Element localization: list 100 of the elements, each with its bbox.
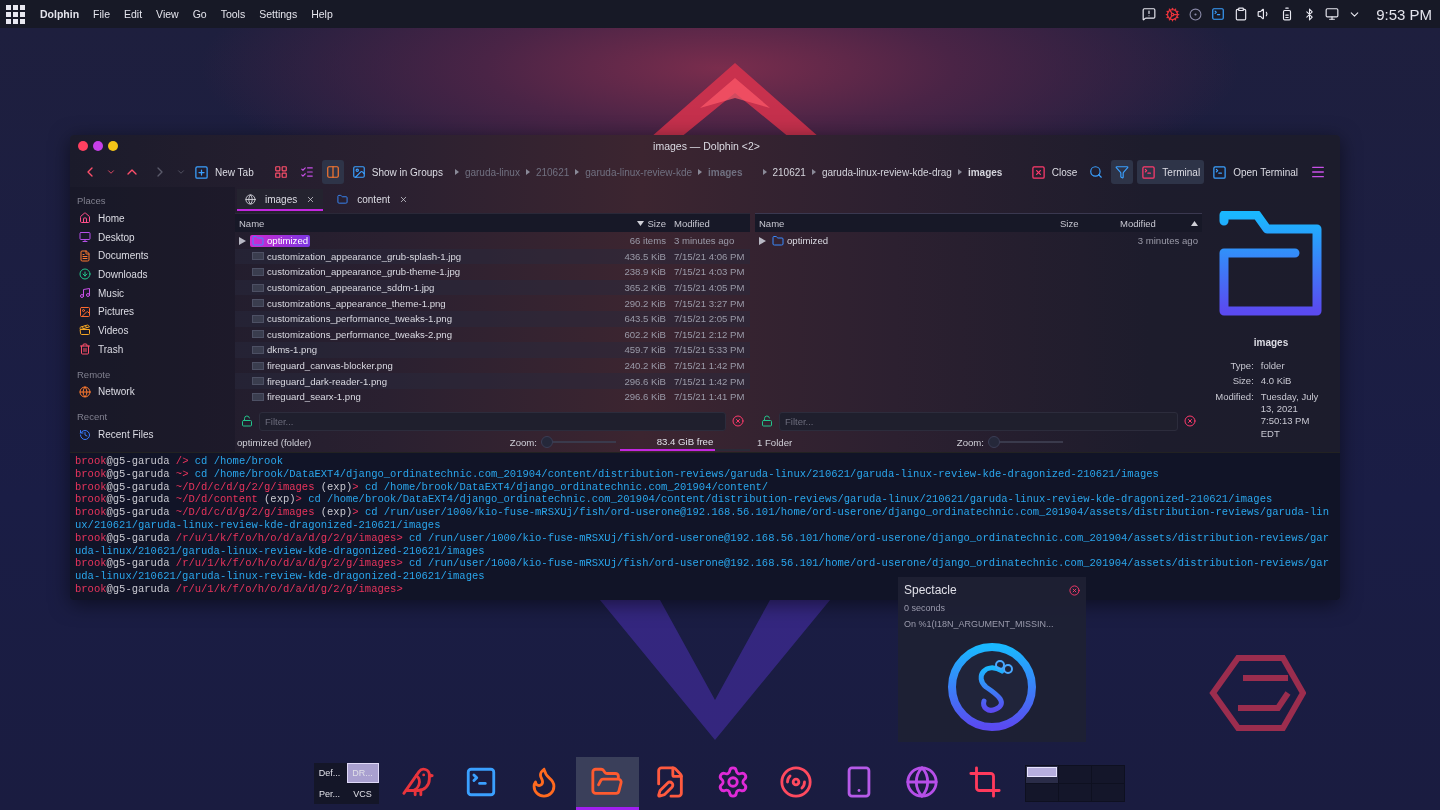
- terminal-line: brook@g5-garuda ~> cd /home/brook/DataEXT4/django_ordinatechnic.com_201904/content/distribution-reviews/garuda-linux/210621/garuda-linux-review-kde-dragonized-210621/images: [75, 467, 1159, 481]
- breadcrumb[interactable]: 210621: [772, 166, 806, 178]
- file-row[interactable]: customization_appearance_grub-theme-1.jpg 238.9 KiB 7/15/21 4:03 PM: [235, 264, 750, 280]
- close-icon[interactable]: [1069, 584, 1080, 596]
- file-row[interactable]: customizations_performance_tweaks-2.png 602.2 KiB 7/15/21 2:12 PM: [235, 326, 750, 343]
- sidebar-item[interactable]: Documents: [76, 246, 229, 266]
- menu-item[interactable]: Go: [192, 8, 207, 20]
- expand-icon[interactable]: [239, 236, 246, 245]
- file-row[interactable]: customization_appearance_sddm-1.jpg 365.2 KiB 7/15/21 4:05 PM: [235, 279, 750, 296]
- file-name: optimized: [787, 235, 829, 247]
- filter-field[interactable]: Filter...: [779, 411, 1178, 431]
- breadcrumb[interactable]: images: [967, 166, 1003, 178]
- file-row[interactable]: optimized 66 items 3 minutes ago: [235, 233, 750, 249]
- picture-icon: [79, 305, 91, 318]
- file-row[interactable]: dkms-1.png 459.7 KiB 7/15/21 5:33 PM: [235, 342, 750, 358]
- menu-icon: [1310, 164, 1326, 180]
- monitor-icon[interactable]: [1325, 7, 1340, 21]
- file-row[interactable]: fireguard_searx-1.png 296.6 KiB 7/15/21 1:41 PM: [235, 388, 750, 405]
- tab-label: content: [357, 193, 391, 205]
- terminal-button[interactable]: Terminal: [1137, 160, 1205, 184]
- terminal-line: brook@g5-garuda /r/u/1/k/f/o/h/o/d/a/d/g/2/g/images> cd /run/user/1000/kio-fuse-mRSXUj/fish/ord-userone@192.168.56.101/home/ord-userone/django_ordinatechnic.com_201904/assets/distribution-reviews/garuda-linux/210621/garuda-linux-review-kde-dragonized-210621/images: [75, 557, 1330, 583]
- clock-icon: [79, 428, 91, 441]
- column-label[interactable]: Name: [239, 217, 265, 229]
- show-in-groups-button[interactable]: Show in Groups: [347, 160, 447, 184]
- menu-item[interactable]: File: [93, 8, 110, 20]
- clipboard-icon[interactable]: [1234, 7, 1249, 21]
- terminal-icon[interactable]: [1211, 7, 1226, 21]
- app-grid-icon[interactable]: [4, 3, 26, 25]
- tab[interactable]: content: [329, 189, 417, 211]
- sidebar-item[interactable]: Trash: [76, 339, 229, 359]
- column-label[interactable]: Size: [1060, 217, 1079, 229]
- sidebar-item[interactable]: Pictures: [76, 302, 229, 322]
- menu-item[interactable]: Help: [311, 8, 333, 20]
- sidebar-item[interactable]: Videos: [76, 321, 229, 340]
- circle-icon[interactable]: [1189, 7, 1203, 21]
- close-icon[interactable]: [399, 194, 409, 204]
- menu-item[interactable]: Tools: [220, 8, 246, 20]
- columns-icon: [325, 165, 340, 179]
- clear-icon[interactable]: [1184, 415, 1196, 427]
- column-label[interactable]: Name: [759, 217, 785, 229]
- file-row[interactable]: customizations_appearance_theme-1.png 290.2 KiB 7/15/21 3:27 PM: [235, 295, 750, 311]
- menu-item[interactable]: Edit: [124, 8, 143, 20]
- lock-icon[interactable]: [761, 415, 773, 427]
- tab[interactable]: images: [237, 189, 324, 211]
- close-window-button[interactable]: [78, 141, 88, 151]
- sidebar-item[interactable]: Recent Files: [76, 425, 229, 444]
- expand-icon[interactable]: [759, 236, 766, 245]
- file-row[interactable]: optimized 3 minutes ago: [755, 233, 1202, 249]
- separator-icon: [575, 169, 580, 175]
- file-row[interactable]: fireguard_canvas-blocker.png 240.2 KiB 7/15/21 1:42 PM: [235, 357, 750, 374]
- file-modified: 7/15/21 2:05 PM: [674, 313, 745, 325]
- property-value: folder: [1260, 360, 1286, 373]
- thumbnail: [252, 314, 264, 323]
- breadcrumb[interactable]: garuda-linux-review-kde-drag: [821, 166, 952, 178]
- notification-text: On %1(I18N_ARGUMENT_MISSIN...: [904, 619, 1055, 629]
- file-row[interactable]: customization_appearance_grub-splash-1.jpg 436.5 KiB 7/15/21 4:06 PM: [235, 248, 750, 265]
- filter-button[interactable]: [1111, 160, 1134, 184]
- sidebar-item[interactable]: Network: [76, 382, 229, 402]
- thumbnail: [252, 283, 264, 292]
- column-label[interactable]: Modified: [674, 217, 710, 229]
- file-name: customizations_performance_tweaks-1.png: [267, 313, 453, 325]
- minimize-window-button[interactable]: [108, 141, 118, 151]
- status-text: 1 Folder: [757, 436, 793, 448]
- desktop-item[interactable]: [1025, 766, 1058, 783]
- notification-icon[interactable]: [1142, 7, 1157, 21]
- menu-item[interactable]: Settings: [259, 8, 298, 20]
- column-label[interactable]: Size: [647, 217, 666, 229]
- column-label[interactable]: Modified: [1120, 217, 1156, 229]
- sidebar-item[interactable]: Downloads: [76, 265, 229, 284]
- folder-icon: [1219, 211, 1323, 317]
- sort-up-icon[interactable]: [1191, 220, 1198, 226]
- menu-item[interactable]: View: [156, 8, 179, 20]
- sort-down-icon[interactable]: [636, 220, 644, 226]
- filter-field[interactable]: Filter...: [259, 411, 726, 431]
- list-icon: [299, 165, 314, 179]
- close-icon[interactable]: [306, 194, 316, 204]
- close-button[interactable]: Close: [1026, 160, 1082, 184]
- file-name: optimized: [267, 235, 309, 247]
- gear-icon[interactable]: [1165, 6, 1181, 22]
- thumbnail: [252, 330, 264, 339]
- notification-text: 0 seconds: [904, 603, 947, 613]
- task-button[interactable]: [575, 757, 639, 810]
- caret-icon[interactable]: [106, 167, 116, 177]
- sidebar-item[interactable]: Home: [76, 209, 229, 228]
- open-terminal-button[interactable]: Open Terminal: [1208, 160, 1302, 184]
- split-view-button[interactable]: [321, 160, 344, 184]
- new-tab-button[interactable]: New Tab: [190, 160, 258, 184]
- file-row[interactable]: fireguard_dark-reader-1.png 296.6 KiB 7/15/21 1:42 PM: [235, 373, 750, 389]
- sidebar-item[interactable]: Desktop: [76, 227, 229, 247]
- property-label: Size:: [1231, 375, 1254, 388]
- music-icon: [79, 287, 91, 300]
- sidebar-item[interactable]: Music: [76, 283, 229, 303]
- file-size: 296.6 KiB: [624, 391, 666, 403]
- thumbnail: [252, 361, 264, 370]
- property-value: 4.0 KiB: [1260, 375, 1293, 388]
- lock-icon[interactable]: [241, 415, 253, 427]
- maximize-window-button[interactable]: [93, 141, 103, 151]
- file-row[interactable]: customizations_performance_tweaks-1.png 643.5 KiB 7/15/21 2:05 PM: [235, 310, 750, 327]
- file-name: fireguard_canvas-blocker.png: [267, 360, 393, 372]
- clear-icon[interactable]: [732, 415, 744, 427]
